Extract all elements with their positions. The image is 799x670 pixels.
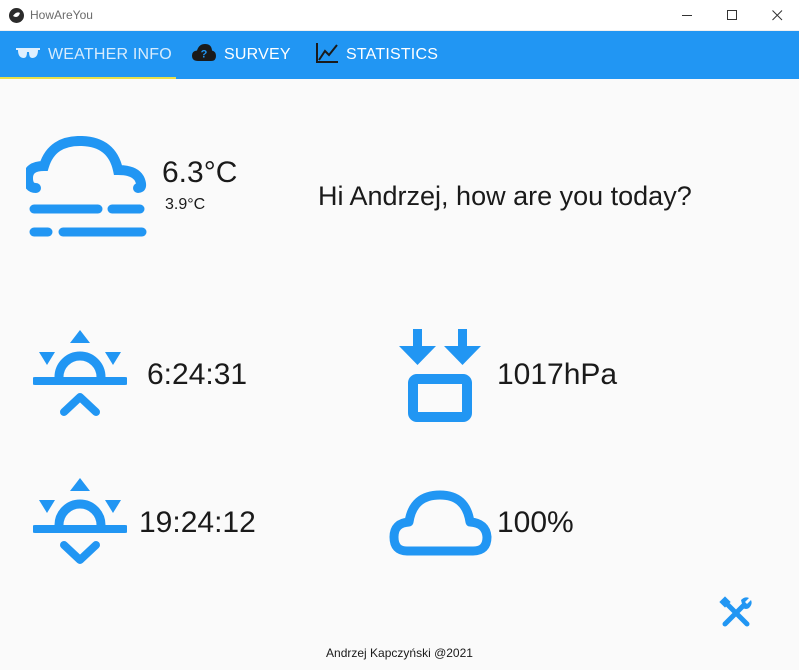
- window-title: HowAreYou: [30, 8, 93, 22]
- app-logo-icon: [9, 8, 24, 23]
- tab-label: WEATHER INFO: [48, 46, 172, 63]
- weather-fog-icon: [22, 135, 150, 245]
- svg-text:?: ?: [201, 49, 208, 61]
- pressure-value: 1017hPa: [497, 358, 618, 391]
- footer-credit: Andrzej Kapczyński @2021: [326, 646, 473, 660]
- glasses-icon: [16, 46, 40, 64]
- tab-bar: WEATHER INFO ? SURVEY STATISTICS: [0, 31, 799, 79]
- cloud-icon: [389, 489, 493, 562]
- tools-icon: [719, 596, 753, 634]
- minimize-button[interactable]: [664, 0, 710, 31]
- temperature-value: 6.3°C: [162, 156, 238, 189]
- pressure-icon: [399, 329, 481, 428]
- maximize-button[interactable]: [709, 0, 755, 31]
- tools-settings-button[interactable]: [719, 596, 753, 630]
- chart-line-icon: [316, 42, 338, 68]
- help-cloud-icon: ?: [192, 44, 216, 66]
- tab-survey[interactable]: ? SURVEY: [192, 31, 291, 79]
- tab-label: SURVEY: [224, 46, 291, 63]
- sunset-icon: [31, 478, 129, 571]
- sunrise-icon: [31, 330, 129, 423]
- tab-label: STATISTICS: [346, 46, 439, 63]
- cloudiness-value: 100%: [497, 506, 574, 539]
- sunset-time: 19:24:12: [139, 506, 256, 539]
- tab-weather-info[interactable]: WEATHER INFO: [16, 31, 172, 79]
- tab-statistics[interactable]: STATISTICS: [316, 31, 438, 79]
- sunrise-time: 6:24:31: [147, 358, 248, 391]
- title-bar: HowAreYou: [0, 0, 799, 31]
- close-button[interactable]: [754, 0, 799, 31]
- feels-like-value: 3.9°C: [165, 196, 206, 213]
- active-tab-indicator: [0, 77, 176, 79]
- greeting-text: Hi Andrzej, how are you today?: [318, 181, 692, 211]
